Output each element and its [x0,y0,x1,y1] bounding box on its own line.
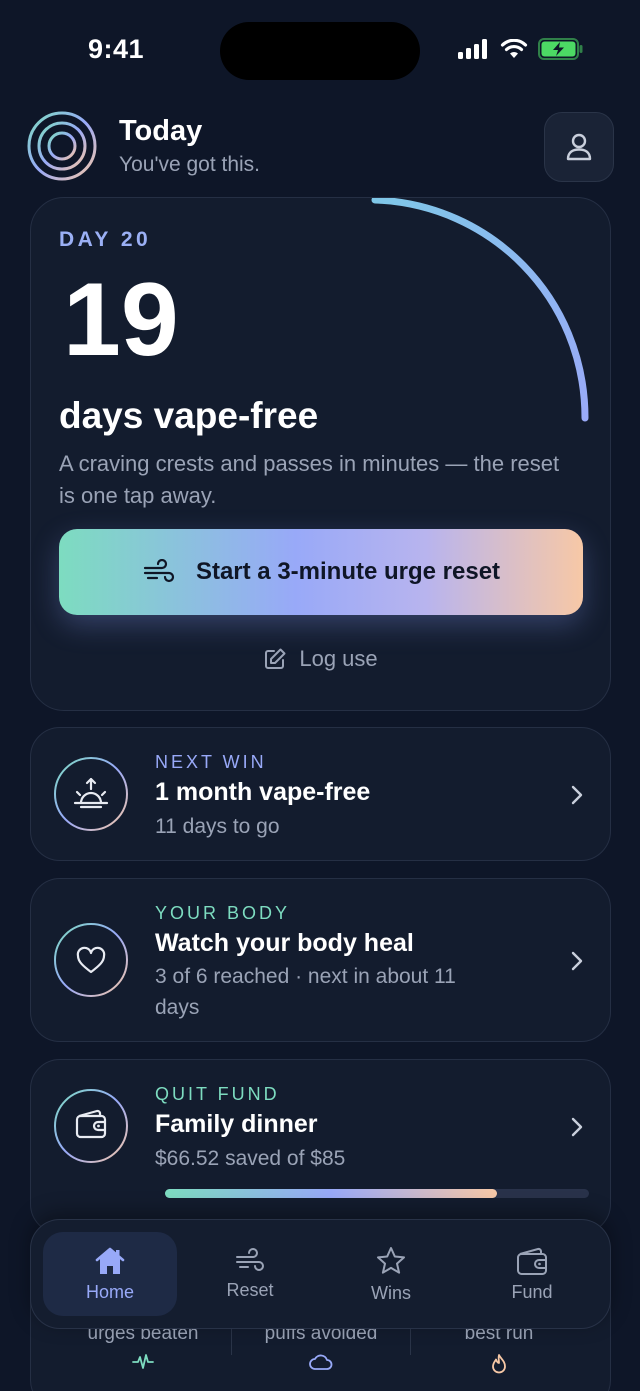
dynamic-island [220,22,420,80]
logo-rings-icon [27,111,97,181]
tab-home[interactable]: Home [43,1232,177,1316]
quit-fund-title: Family dinner [155,1110,318,1138]
streak-card: DAY 20 19 days vape-free A craving crest… [30,197,611,711]
profile-button[interactable] [544,112,614,182]
header: Today You've got this. [26,110,614,184]
urge-reset-label: Start a 3-minute urge reset [195,558,501,585]
quit-fund-progress [165,1189,589,1198]
card-icon-ring [53,1088,129,1164]
wifi-icon [500,39,528,58]
wind-icon [236,1247,264,1271]
card-icon-ring [53,756,129,832]
quit-fund-card[interactable]: QUIT FUND Family dinner $66.52 saved of … [30,1059,611,1234]
your-body-title: Watch your body heal [155,929,414,957]
tab-reset[interactable]: Reset [183,1232,317,1316]
flame-icon-wrap [409,1353,589,1375]
quit-fund-kicker: QUIT FUND [155,1084,280,1104]
heart-icon [54,923,128,997]
status-time: 9:41 [88,34,145,64]
urge-reset-button[interactable]: Start a 3-minute urge reset [59,529,583,615]
streak-count: 19 [63,262,179,378]
star-icon [377,1246,405,1274]
tab-fund-label: Fund [511,1281,553,1302]
wallet-icon [517,1247,547,1275]
wind-icon [143,559,175,583]
battery-icon [538,38,583,60]
tab-reset-label: Reset [226,1279,274,1300]
quit-fund-sub: $66.52 saved of $85 [155,1147,346,1170]
chevron-right-icon [571,785,583,805]
page-subtitle: You've got this. [119,153,261,176]
pulse-icon-wrap [53,1353,233,1371]
your-body-card[interactable]: YOUR BODY Watch your body heal 3 of 6 re… [30,878,611,1042]
edit-icon [265,648,286,669]
next-win-sub: 11 days to go [155,815,280,838]
next-win-title: 1 month vape-free [155,778,371,806]
tab-wins-label: Wins [371,1282,411,1303]
quit-fund-progress-fill [165,1189,497,1198]
tab-fund[interactable]: Fund [465,1232,599,1316]
flame-icon [492,1354,506,1374]
hero-description: A craving crests and passes in minutes —… [59,451,560,508]
log-use-label: Log use [299,646,378,671]
tab-home-label: Home [85,1281,134,1302]
home-icon [95,1247,125,1274]
user-icon [566,133,592,161]
chevron-right-icon [571,1117,583,1137]
day-label: DAY 20 [59,228,152,251]
sunrise-icon [54,757,128,831]
page-title: Today [119,115,203,147]
cloud-icon [309,1354,333,1370]
card-icon-ring [53,922,129,998]
cloud-icon-wrap [231,1353,411,1371]
tab-wins[interactable]: Wins [324,1232,458,1316]
status-bar: 9:41 [0,0,640,100]
signal-icon [458,39,487,59]
your-body-kicker: YOUR BODY [155,903,291,923]
pulse-icon [132,1354,154,1369]
wallet-icon [54,1089,128,1163]
streak-label: days vape-free [59,395,319,436]
tab-bar: Home Reset Wins Fund [30,1219,611,1329]
your-body-sub: 3 of 6 reached · next in about 11 days [155,965,456,1019]
next-win-kicker: NEXT WIN [155,752,267,772]
chevron-right-icon [571,951,583,971]
log-use-button[interactable]: Log use [31,646,610,672]
next-win-card[interactable]: NEXT WIN 1 month vape-free 11 days to go [30,727,611,861]
status-icons [458,38,584,60]
